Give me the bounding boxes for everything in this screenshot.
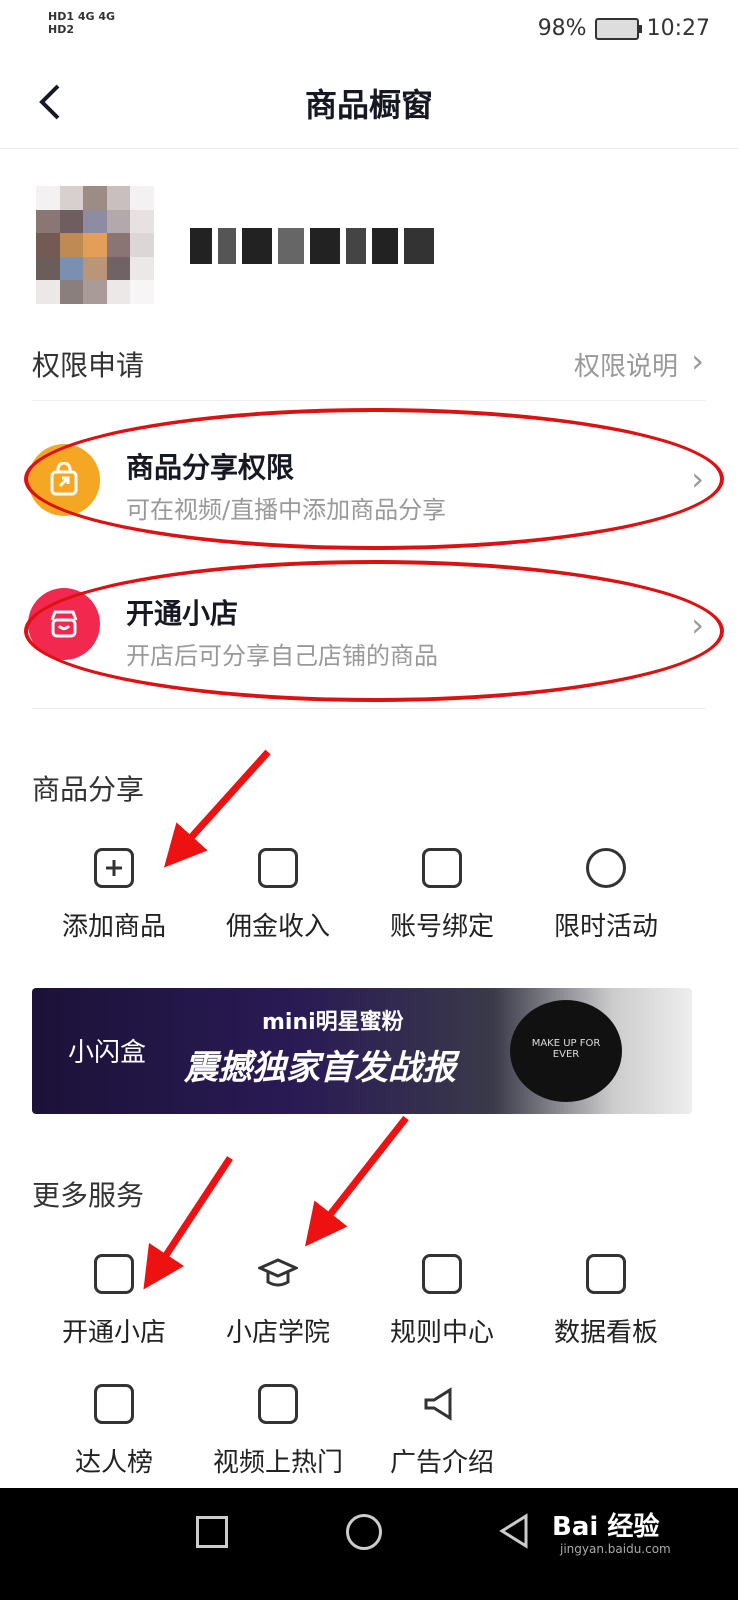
annotation-arrow bbox=[163, 749, 271, 868]
annotation-arrow bbox=[305, 1115, 409, 1247]
home-icon[interactable] bbox=[346, 1514, 382, 1550]
watermark: Bai 经验 bbox=[552, 1512, 660, 1542]
recent-apps-icon[interactable] bbox=[196, 1516, 228, 1548]
watermark-sub: jingyan.baidu.com bbox=[560, 1542, 671, 1556]
back-triangle-icon[interactable] bbox=[496, 1512, 530, 1550]
annotation-arrow bbox=[143, 1156, 233, 1290]
annotation-arrows bbox=[143, 749, 409, 1290]
system-nav-bar: Bai 经验 jingyan.baidu.com bbox=[0, 1488, 738, 1600]
